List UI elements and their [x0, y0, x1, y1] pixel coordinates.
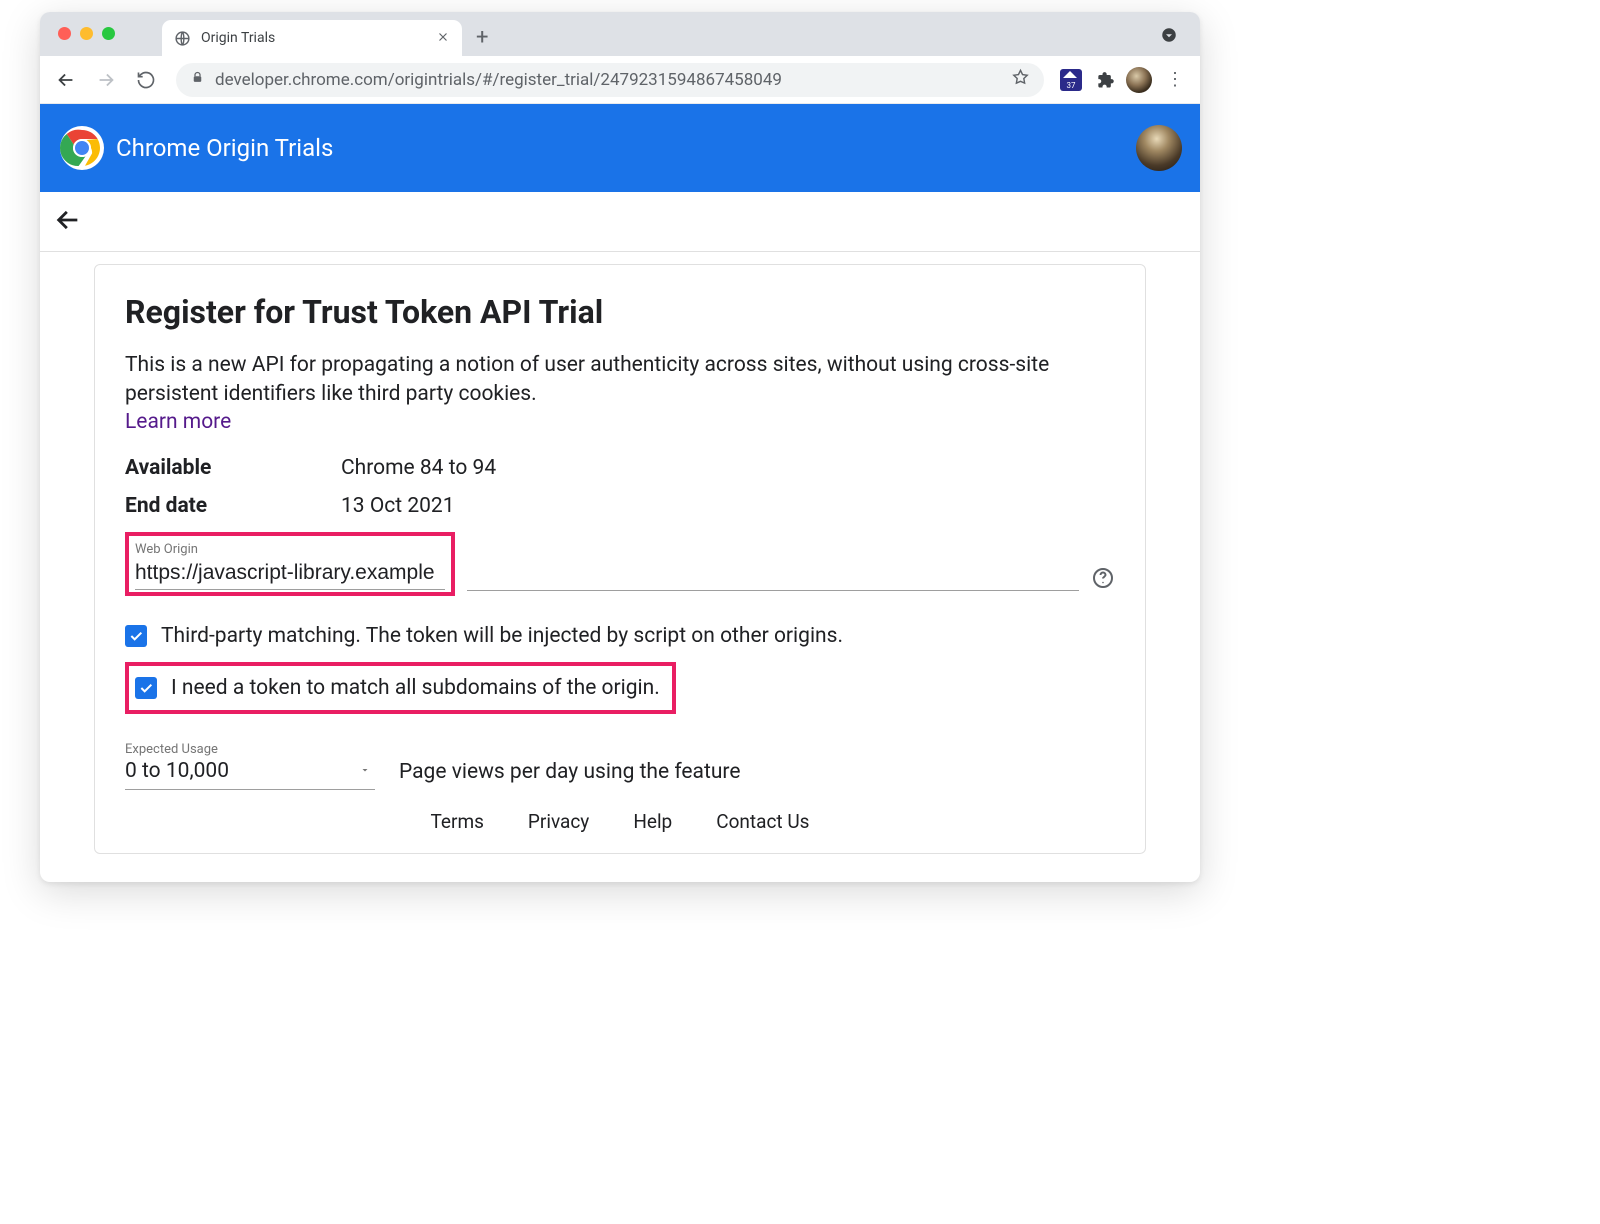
- browser-window: Origin Trials + developer.chrome.com/ori…: [40, 12, 1200, 882]
- tab-title: Origin Trials: [201, 30, 426, 46]
- web-origin-highlight: Web Origin: [125, 532, 455, 596]
- help-icon[interactable]: [1091, 566, 1115, 594]
- maximize-window-button[interactable]: [102, 27, 115, 40]
- extensions-icon[interactable]: [1092, 67, 1118, 93]
- end-date-value: 13 Oct 2021: [341, 494, 455, 518]
- app-title: Chrome Origin Trials: [116, 134, 333, 162]
- close-tab-icon[interactable]: [436, 29, 450, 48]
- footer-terms-link[interactable]: Terms: [431, 810, 484, 833]
- page-description: This is a new API for propagating a noti…: [125, 351, 1115, 410]
- user-avatar[interactable]: [1136, 125, 1182, 171]
- title-bar: Origin Trials +: [40, 12, 1200, 56]
- content-area: Register for Trust Token API Trial This …: [40, 252, 1200, 854]
- third-party-checkbox[interactable]: [125, 625, 147, 647]
- reload-button[interactable]: [130, 64, 162, 96]
- footer-contact-link[interactable]: Contact Us: [716, 810, 809, 833]
- chrome-menu-icon[interactable]: ⋮: [1160, 69, 1190, 90]
- dropdown-caret-icon: [359, 761, 371, 780]
- footer-links: Terms Privacy Help Contact Us: [125, 810, 1115, 833]
- browser-toolbar: developer.chrome.com/origintrials/#/regi…: [40, 56, 1200, 104]
- minimize-window-button[interactable]: [80, 27, 93, 40]
- subdomains-label: I need a token to match all subdomains o…: [171, 676, 660, 700]
- profile-avatar[interactable]: [1126, 67, 1152, 93]
- expected-usage-select[interactable]: 0 to 10,000: [125, 757, 375, 790]
- bookmark-star-icon[interactable]: [1011, 68, 1030, 91]
- input-underline: [467, 590, 1079, 591]
- web-origin-label: Web Origin: [135, 542, 445, 557]
- browser-tab[interactable]: Origin Trials: [162, 20, 462, 56]
- available-value: Chrome 84 to 94: [341, 456, 496, 480]
- web-origin-input[interactable]: [135, 559, 445, 590]
- back-row: [40, 192, 1200, 252]
- learn-more-link[interactable]: Learn more: [125, 410, 231, 434]
- page-back-button[interactable]: [54, 206, 82, 238]
- globe-icon: [174, 30, 191, 47]
- web-origin-row: Web Origin: [125, 532, 1115, 596]
- app-header: Chrome Origin Trials: [40, 104, 1200, 192]
- registration-card: Register for Trust Token API Trial This …: [94, 264, 1146, 854]
- new-tab-button[interactable]: +: [476, 25, 488, 50]
- expected-usage-description: Page views per day using the feature: [399, 760, 740, 784]
- footer-help-link[interactable]: Help: [633, 810, 672, 833]
- available-label: Available: [125, 456, 341, 480]
- subdomains-checkbox[interactable]: [135, 677, 157, 699]
- lock-icon: [190, 70, 205, 89]
- forward-button: [90, 64, 122, 96]
- address-bar[interactable]: developer.chrome.com/origintrials/#/regi…: [176, 63, 1044, 97]
- back-button[interactable]: [50, 64, 82, 96]
- expected-usage-value: 0 to 10,000: [125, 759, 229, 783]
- close-window-button[interactable]: [58, 27, 71, 40]
- end-date-label: End date: [125, 494, 341, 518]
- page-heading: Register for Trust Token API Trial: [125, 293, 1115, 331]
- window-controls: [58, 27, 115, 40]
- third-party-label: Third-party matching. The token will be …: [161, 624, 843, 648]
- chrome-logo-icon: [58, 124, 106, 172]
- tabs-menu-icon[interactable]: [1160, 26, 1178, 48]
- footer-privacy-link[interactable]: Privacy: [528, 810, 589, 833]
- third-party-checkbox-row: Third-party matching. The token will be …: [125, 624, 1115, 648]
- url-text: developer.chrome.com/origintrials/#/regi…: [215, 70, 1001, 90]
- extension-badge-icon[interactable]: 37: [1058, 67, 1084, 93]
- expected-usage-row: Expected Usage 0 to 10,000 Page views pe…: [125, 742, 1115, 790]
- subdomains-checkbox-row: I need a token to match all subdomains o…: [125, 662, 676, 714]
- meta-table: Available Chrome 84 to 94 End date 13 Oc…: [125, 456, 1115, 518]
- expected-usage-label: Expected Usage: [125, 742, 375, 757]
